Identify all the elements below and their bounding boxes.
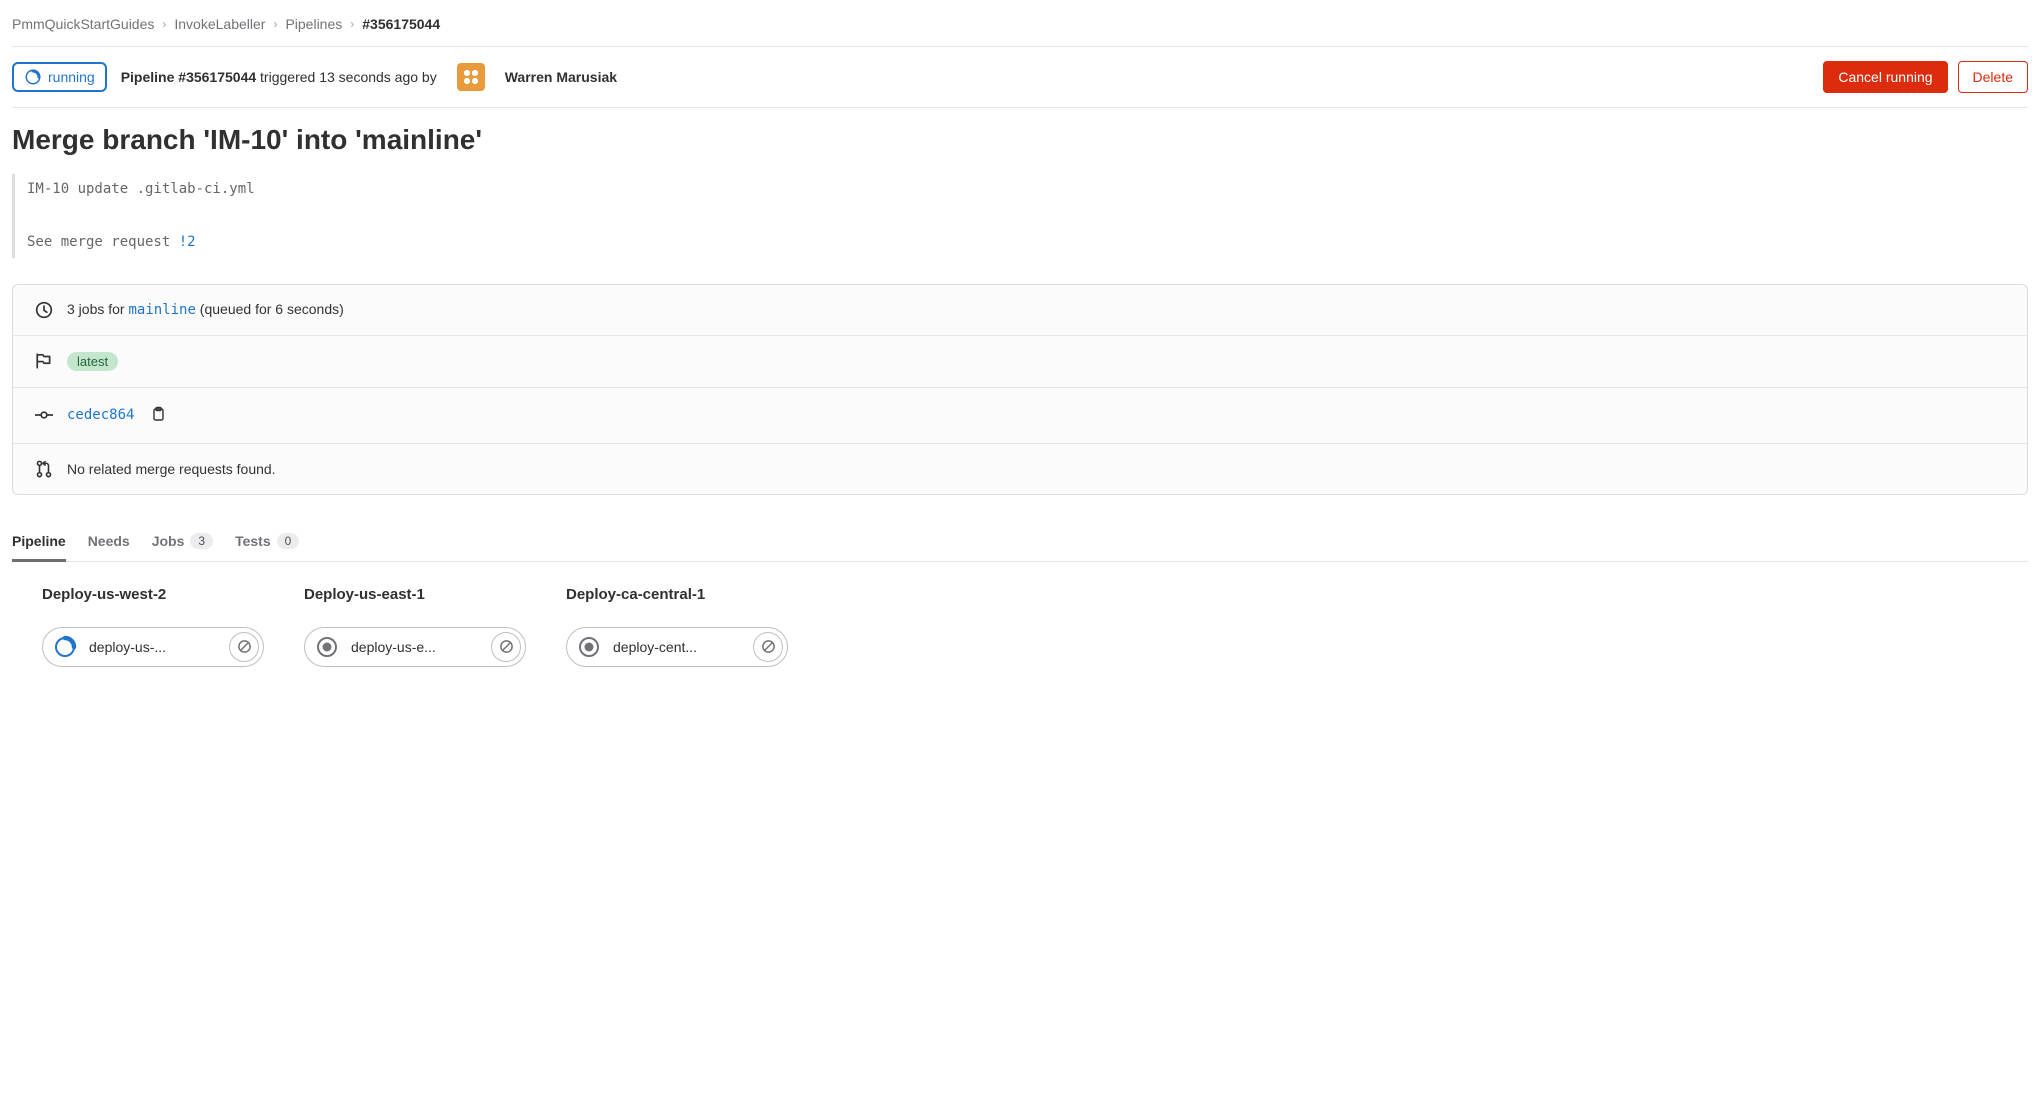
tab-jobs[interactable]: Jobs 3 xyxy=(152,523,213,562)
jobs-suffix: (queued for 6 seconds) xyxy=(196,301,344,317)
cancel-running-button[interactable]: Cancel running xyxy=(1823,61,1947,93)
info-row-jobs: 3 jobs for mainline (queued for 6 second… xyxy=(13,285,2027,336)
tag-latest: latest xyxy=(67,352,118,371)
pending-icon xyxy=(575,633,603,661)
stage-name: Deploy-us-east-1 xyxy=(304,586,526,603)
author-name[interactable]: Warren Marusiak xyxy=(505,69,617,85)
clipboard-icon xyxy=(150,406,166,422)
commit-sha-link[interactable]: cedec864 xyxy=(67,407,134,423)
job-label: deploy-us-e... xyxy=(351,639,481,655)
cancel-job-button[interactable] xyxy=(229,632,259,662)
clock-icon xyxy=(35,301,53,319)
chevron-right-icon: › xyxy=(162,17,166,31)
cancel-job-button[interactable] xyxy=(753,632,783,662)
cancel-icon xyxy=(761,639,776,654)
stage-column: Deploy-us-west-2 deploy-us-... xyxy=(42,586,264,667)
cancel-icon xyxy=(237,639,252,654)
jobs-summary: 3 jobs for mainline (queued for 6 second… xyxy=(67,301,344,318)
job-label: deploy-us-... xyxy=(89,639,219,655)
pipeline-triggered-text: Pipeline #356175044 triggered 13 seconds… xyxy=(121,69,437,85)
divider xyxy=(12,107,2028,108)
branch-link[interactable]: mainline xyxy=(128,302,195,318)
info-row-merge-requests: No related merge requests found. xyxy=(13,444,2027,494)
page-title: Merge branch 'IM-10' into 'mainline' xyxy=(12,124,2028,156)
pipeline-tabs: Pipeline Needs Jobs 3 Tests 0 xyxy=(12,523,2028,562)
chevron-right-icon: › xyxy=(273,17,277,31)
flag-icon xyxy=(35,352,53,370)
info-row-tags: latest xyxy=(13,336,2027,388)
info-row-commit: cedec864 xyxy=(13,388,2027,444)
tab-pipeline[interactable]: Pipeline xyxy=(12,523,66,562)
header-left: running Pipeline #356175044 triggered 13… xyxy=(12,62,617,92)
stage-column: Deploy-us-east-1 deploy-us-e... xyxy=(304,586,526,667)
cancel-icon xyxy=(499,639,514,654)
pipeline-info-panel: 3 jobs for mainline (queued for 6 second… xyxy=(12,284,2028,495)
pipeline-header: running Pipeline #356175044 triggered 13… xyxy=(12,47,2028,107)
chevron-right-icon: › xyxy=(350,17,354,31)
breadcrumb-item-group[interactable]: PmmQuickStartGuides xyxy=(12,16,154,32)
job-label: deploy-cent... xyxy=(613,639,743,655)
stage-name: Deploy-ca-central-1 xyxy=(566,586,788,603)
copy-sha-button[interactable] xyxy=(148,404,168,427)
merge-request-icon xyxy=(35,460,53,478)
triggered-ago: triggered 13 seconds ago by xyxy=(256,69,437,85)
pipeline-prefix: Pipeline xyxy=(121,69,179,85)
commit-desc-line: IM-10 update .gitlab-ci.yml xyxy=(27,176,2028,203)
stage-name: Deploy-us-west-2 xyxy=(42,586,264,603)
breadcrumb-current: #356175044 xyxy=(362,16,440,32)
tab-label: Jobs xyxy=(152,533,185,549)
pipeline-id: #356175044 xyxy=(178,69,256,85)
tab-needs[interactable]: Needs xyxy=(88,523,130,562)
job-pill[interactable]: deploy-us-e... xyxy=(304,627,526,667)
status-badge-label: running xyxy=(48,69,95,85)
running-icon xyxy=(24,68,42,86)
avatar[interactable] xyxy=(457,63,485,91)
merge-request-link[interactable]: !2 xyxy=(179,234,196,250)
tab-tests[interactable]: Tests 0 xyxy=(235,523,299,562)
tab-label: Needs xyxy=(88,533,130,549)
job-pill[interactable]: deploy-cent... xyxy=(566,627,788,667)
stage-column: Deploy-ca-central-1 deploy-cent... xyxy=(566,586,788,667)
commit-desc-line: See merge request !2 xyxy=(27,229,2028,256)
tab-label: Tests xyxy=(235,533,271,549)
breadcrumb-item-project[interactable]: InvokeLabeller xyxy=(174,16,265,32)
running-icon xyxy=(51,633,79,661)
tab-label: Pipeline xyxy=(12,533,66,549)
pipeline-stages: Deploy-us-west-2 deploy-us-... Deploy-us… xyxy=(12,562,2028,667)
merge-requests-text: No related merge requests found. xyxy=(67,461,276,477)
commit-icon xyxy=(35,406,53,424)
status-badge-running[interactable]: running xyxy=(12,62,107,92)
commit-description: IM-10 update .gitlab-ci.yml See merge re… xyxy=(12,174,2028,258)
tab-count: 3 xyxy=(190,533,213,549)
cancel-job-button[interactable] xyxy=(491,632,521,662)
merge-request-prefix: See merge request xyxy=(27,234,179,250)
header-actions: Cancel running Delete xyxy=(1823,61,2028,93)
jobs-prefix: 3 jobs for xyxy=(67,301,128,317)
tab-count: 0 xyxy=(277,533,300,549)
delete-button[interactable]: Delete xyxy=(1958,61,2028,93)
pending-icon xyxy=(313,633,341,661)
breadcrumb-item-pipelines[interactable]: Pipelines xyxy=(285,16,342,32)
job-pill[interactable]: deploy-us-... xyxy=(42,627,264,667)
breadcrumb: PmmQuickStartGuides › InvokeLabeller › P… xyxy=(12,12,2028,46)
